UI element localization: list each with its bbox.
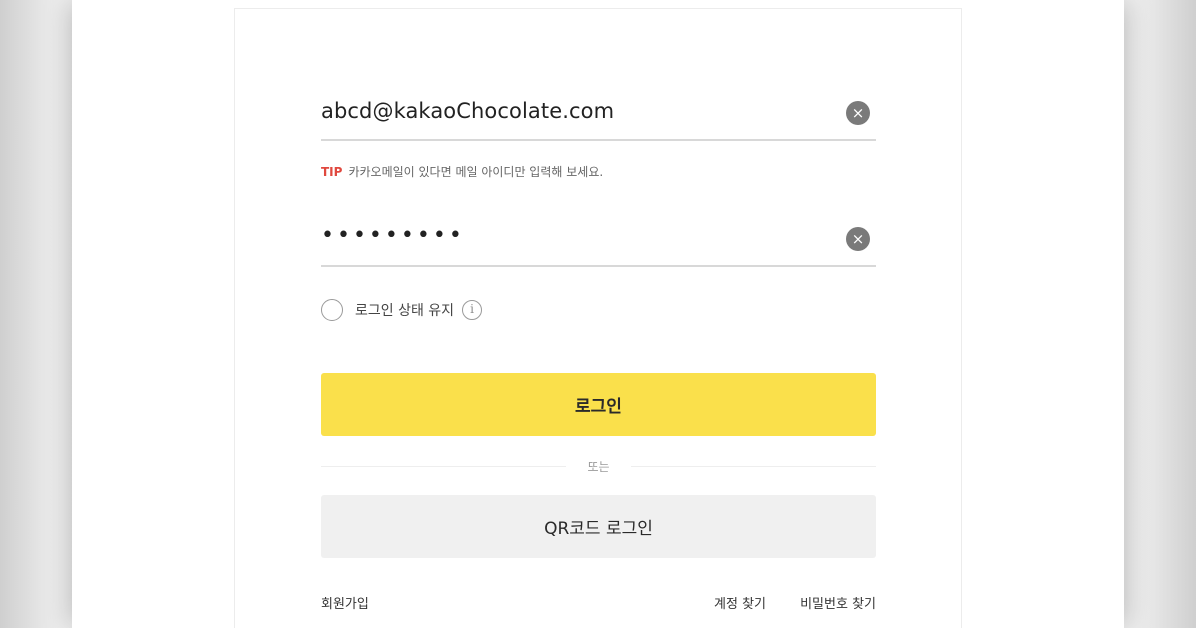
info-icon[interactable]: i [462, 300, 483, 320]
email-field[interactable]: abcd@kakaoChocolate.com × [321, 95, 876, 141]
password-clear-icon[interactable]: × [846, 227, 870, 251]
find-account-link[interactable]: 계정 찾기 [714, 593, 766, 612]
login-card: abcd@kakaoChocolate.com × TIP 카카오메일이 있다면 … [234, 8, 962, 628]
screen-background: abcd@kakaoChocolate.com × TIP 카카오메일이 있다면 … [0, 0, 1196, 628]
signup-link[interactable]: 회원가입 [321, 593, 369, 612]
qr-login-button[interactable]: QR코드 로그인 [321, 495, 876, 558]
divider-line-right [631, 466, 876, 467]
keep-signed-in[interactable]: 로그인 상태 유지 i [321, 297, 483, 323]
tip-message: TIP 카카오메일이 있다면 메일 아이디만 입력해 보세요. [321, 163, 603, 180]
login-button[interactable]: 로그인 [321, 373, 876, 436]
keep-signed-in-radio-icon[interactable] [321, 299, 343, 321]
find-password-link[interactable]: 비밀번호 찾기 [800, 593, 876, 612]
email-value[interactable]: abcd@kakaoChocolate.com [321, 99, 614, 123]
password-value[interactable]: ••••••••• [321, 223, 465, 248]
password-field[interactable]: ••••••••• × [321, 221, 876, 267]
keep-signed-in-label[interactable]: 로그인 상태 유지 [355, 300, 454, 320]
tip-text: 카카오메일이 있다면 메일 아이디만 입력해 보세요. [348, 165, 604, 179]
email-clear-icon[interactable]: × [846, 101, 870, 125]
browser-window: abcd@kakaoChocolate.com × TIP 카카오메일이 있다면 … [72, 0, 1124, 628]
or-divider: 또는 [321, 457, 876, 475]
tip-label: TIP [321, 165, 343, 179]
